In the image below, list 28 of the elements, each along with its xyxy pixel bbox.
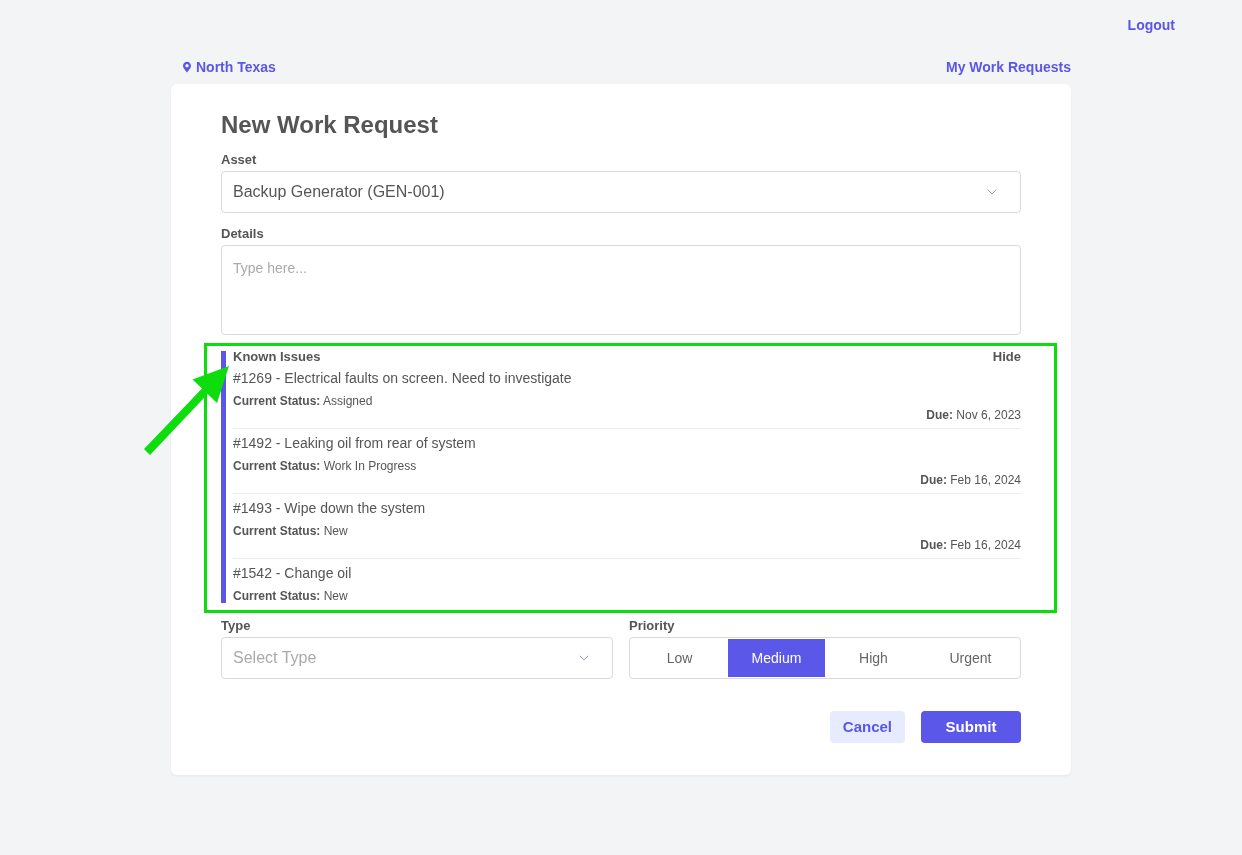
field-label: Details: [221, 225, 265, 243]
issue-status: Current Status: New: [233, 524, 349, 538]
logout-link[interactable]: Logout: [1127, 15, 1175, 35]
issue-title: #1492 - Leaking oil from rear of system: [233, 434, 477, 453]
asset-select[interactable]: Backup Generator (GEN-001): [221, 171, 1021, 213]
priority-option[interactable]: Medium: [728, 639, 825, 677]
issue-title: #1542 - Change oil: [233, 564, 353, 583]
location-link[interactable]: North Texas: [183, 57, 276, 77]
field-label: Priority: [629, 617, 676, 635]
issue-status: Current Status: New: [233, 589, 349, 603]
submit-button[interactable]: Submit: [921, 711, 1021, 743]
issue-status: Current Status: Work In Progress: [233, 459, 418, 473]
form-title: New Work Request: [221, 110, 439, 140]
issue-due-date: Due: Nov 6, 2023: [926, 408, 1021, 422]
map-pin-icon: [183, 61, 191, 73]
arrow-icon: [144, 366, 229, 455]
field-label: Type: [221, 617, 252, 635]
issue-due-date: Due: Feb 16, 2024: [920, 473, 1021, 487]
my-work-requests-link[interactable]: My Work Requests: [946, 57, 1071, 77]
known-issues-title: Known Issues: [233, 349, 321, 365]
hide-toggle[interactable]: Hide: [992, 349, 1021, 365]
issue-status: Current Status: Assigned: [233, 394, 374, 408]
issue-due-date: Due: Feb 16, 2024: [920, 538, 1021, 552]
issue-title: #1493 - Wipe down the system: [233, 499, 427, 518]
field-label: Asset: [221, 151, 258, 169]
details-field[interactable]: Type here...: [221, 245, 1021, 335]
issue-title: #1269 - Electrical faults on screen. Need to investigate: [233, 369, 573, 388]
cancel-button[interactable]: Cancel: [829, 711, 905, 743]
